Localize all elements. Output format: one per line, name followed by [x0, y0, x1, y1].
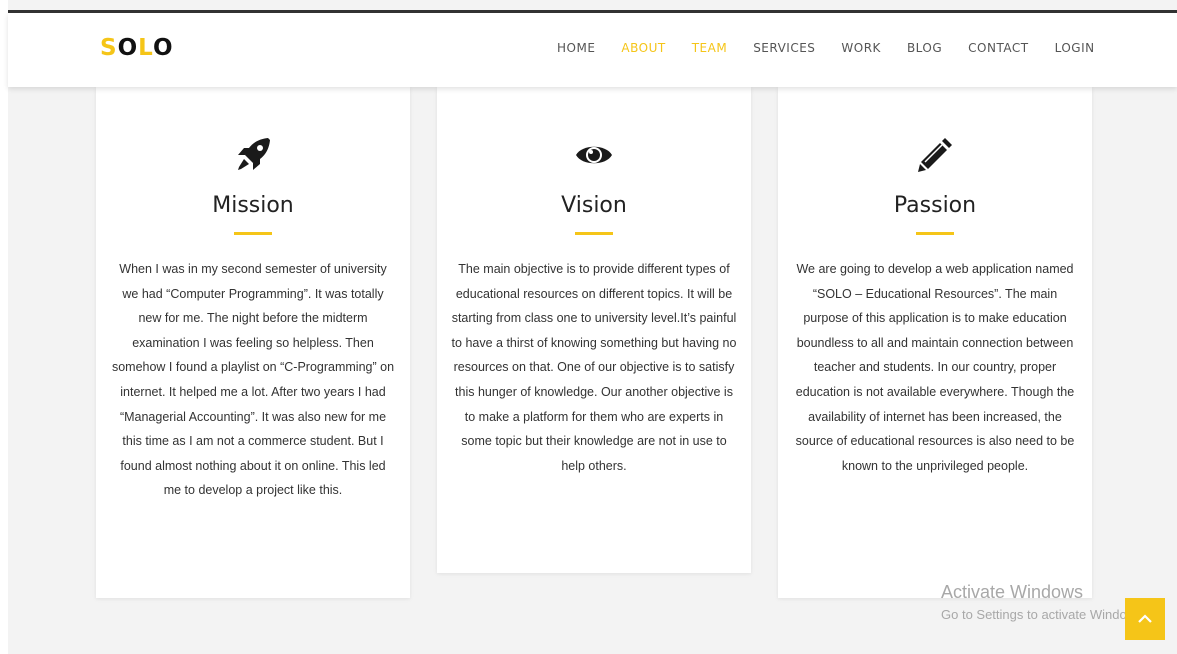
page-left-edge — [0, 0, 8, 654]
passion-text: We are going to develop a web applicatio… — [795, 262, 1075, 473]
scroll-to-top-button[interactable] — [1125, 598, 1165, 640]
nav-work[interactable]: WORK — [841, 41, 881, 55]
nav-services[interactable]: SERVICES — [753, 41, 815, 55]
navbar: SOLO HOME ABOUT TEAM SERVICES WORK BLOG … — [8, 13, 1177, 87]
mission-card: Mission When I was in my second semester… — [96, 87, 410, 598]
logo-letter-l: L — [138, 35, 153, 61]
eye-icon — [437, 135, 751, 175]
vision-text: The main objective is to provide differe… — [451, 262, 737, 473]
nav-about[interactable]: ABOUT — [621, 41, 665, 55]
chevron-up-icon — [1138, 614, 1152, 623]
mission-text: When I was in my second semester of univ… — [111, 262, 395, 498]
logo-letter-s: S — [100, 35, 118, 61]
rocket-icon — [96, 135, 410, 175]
vision-title: Vision — [561, 193, 627, 218]
logo[interactable]: SOLO — [100, 35, 174, 61]
watermark-title: Activate Windows — [941, 582, 1084, 602]
logo-letter-o2: O — [152, 35, 174, 61]
activate-windows-watermark: Activate Windows Go to Settings to activ… — [941, 582, 1146, 622]
logo-letter-o: O — [117, 35, 139, 61]
vision-underline — [575, 232, 613, 235]
main-nav: HOME ABOUT TEAM SERVICES WORK BLOG CONTA… — [557, 41, 1121, 55]
nav-contact[interactable]: CONTACT — [968, 41, 1028, 55]
mission-title: Mission — [212, 193, 294, 218]
pencil-icon — [778, 135, 1092, 175]
nav-login[interactable]: LOGIN — [1055, 41, 1095, 55]
nav-home[interactable]: HOME — [557, 41, 595, 55]
watermark-subtitle: Go to Settings to activate Windows. — [941, 607, 1147, 622]
passion-title: Passion — [893, 193, 977, 218]
nav-team[interactable]: TEAM — [692, 41, 727, 55]
nav-blog[interactable]: BLOG — [907, 41, 942, 55]
passion-card: Passion We are going to develop a web ap… — [778, 87, 1092, 598]
mission-underline — [234, 232, 272, 235]
passion-underline — [916, 232, 954, 235]
vision-card: Vision The main objective is to provide … — [437, 87, 751, 573]
